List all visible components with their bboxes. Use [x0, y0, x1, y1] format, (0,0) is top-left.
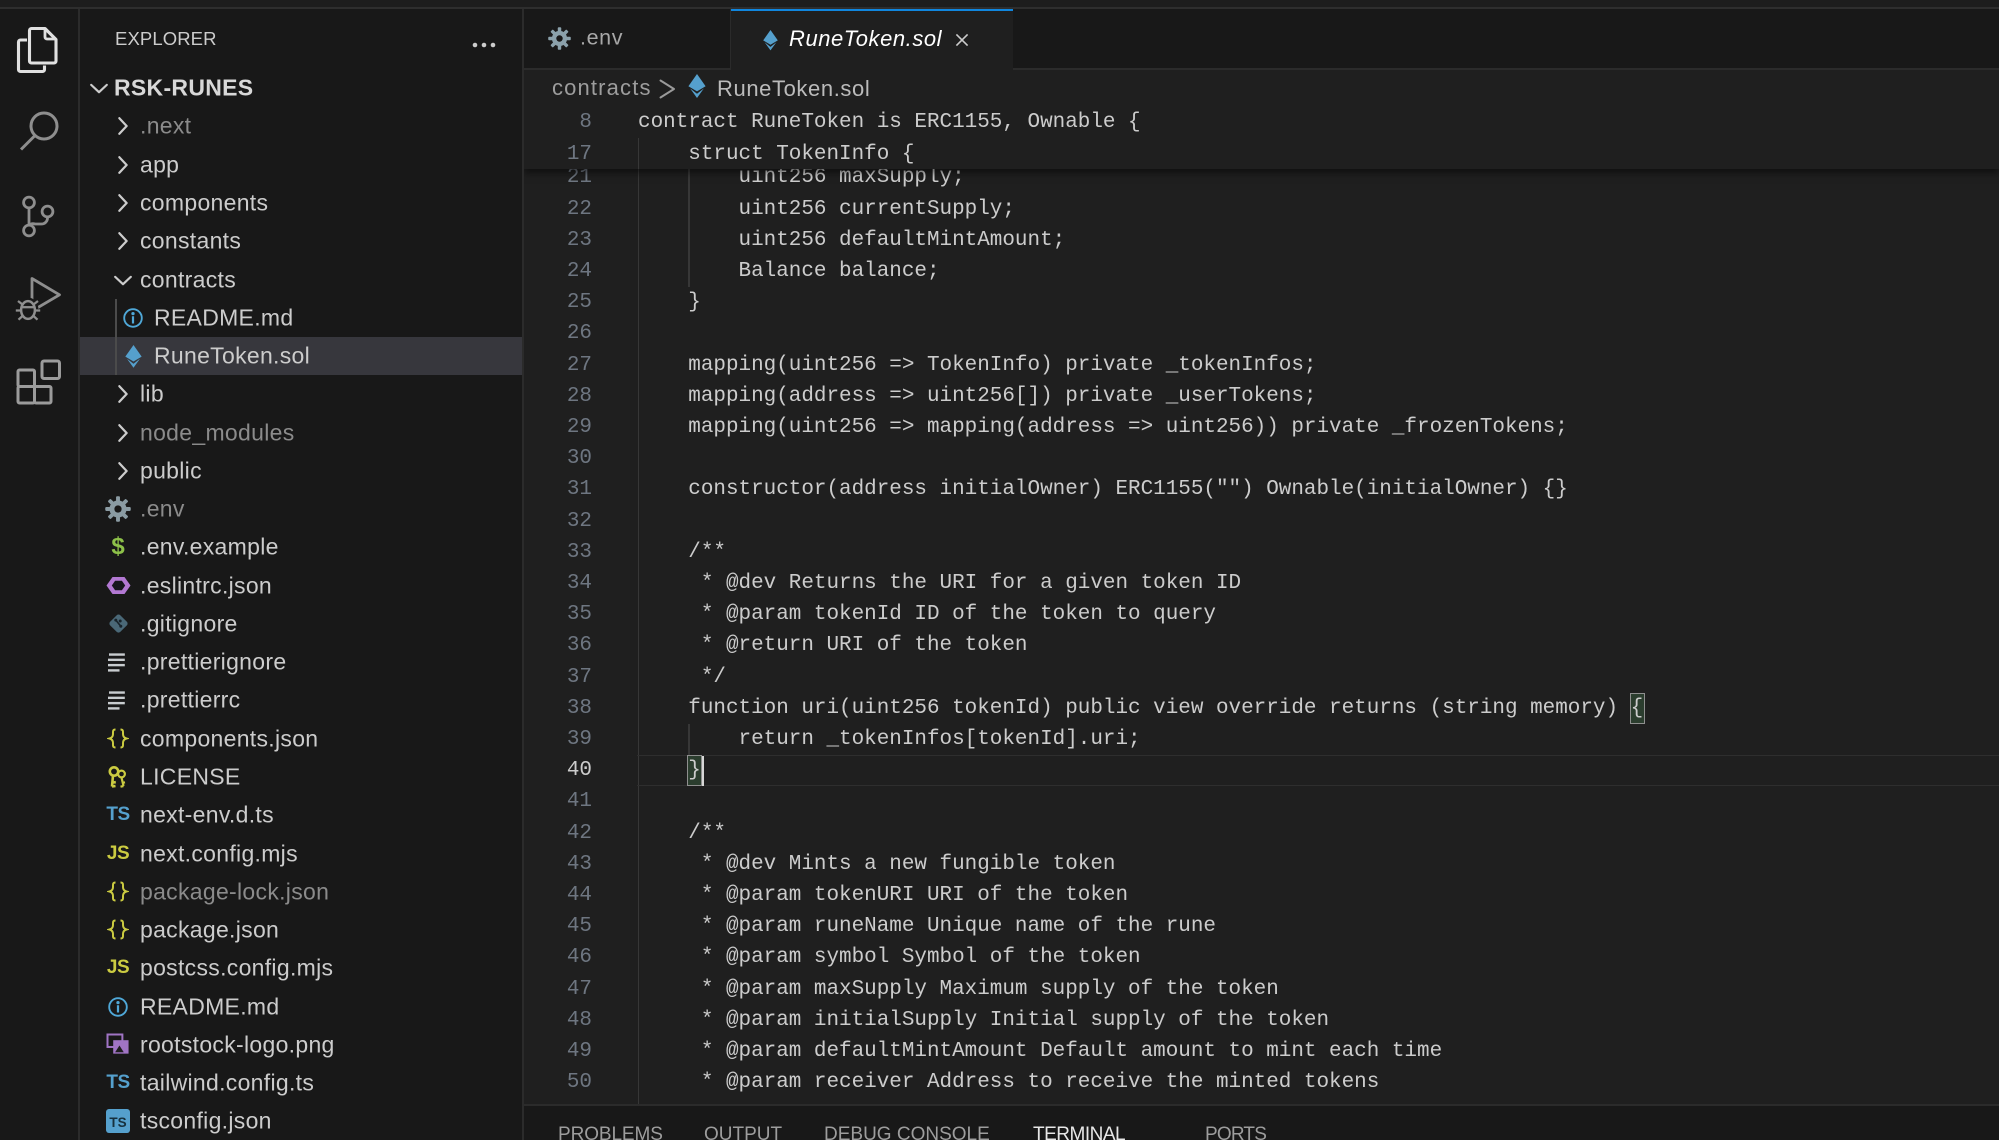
svg-text:TS: TS [109, 1115, 126, 1130]
